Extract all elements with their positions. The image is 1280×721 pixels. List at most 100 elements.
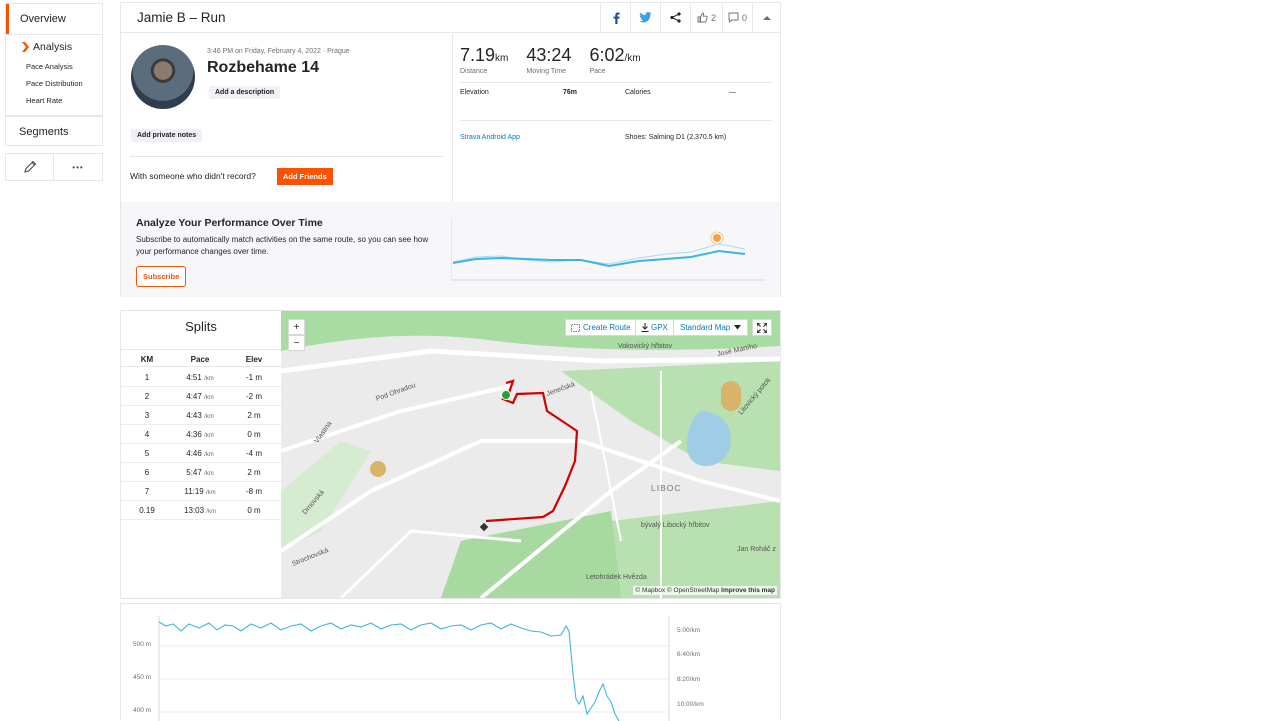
split-pace-value: 4:47 bbox=[186, 392, 202, 401]
fullscreen-button[interactable] bbox=[752, 319, 772, 336]
route-map[interactable]: + − Create Route GPX Standard Map Vokovi… bbox=[281, 311, 780, 598]
split-pace-unit: /km bbox=[204, 414, 214, 420]
split-km: 4 bbox=[144, 430, 150, 439]
create-route-label: Create Route bbox=[583, 323, 631, 332]
split-km: 1 bbox=[144, 373, 150, 382]
splits-header-elev: Elev bbox=[245, 355, 263, 364]
split-row[interactable]: 2 4:47 /km -2 m bbox=[121, 387, 281, 406]
sidebar-item-heart-rate[interactable]: Heart Rate bbox=[6, 92, 102, 109]
pencil-icon bbox=[23, 160, 36, 173]
map-canvas bbox=[281, 311, 780, 598]
shoes-info: Shoes: Salming D1 (2,370.5 km) bbox=[625, 134, 727, 141]
vertical-divider bbox=[452, 34, 453, 202]
activity-card: Jamie B – Run 2 0 3:46 PM on Friday, Feb… bbox=[120, 2, 781, 297]
activity-date: 3:46 PM on Friday, February 4, 2022 · Pr… bbox=[207, 48, 350, 55]
share-button[interactable] bbox=[660, 2, 690, 33]
split-row[interactable]: 5 4:46 /km -4 m bbox=[121, 444, 281, 463]
pace-value: 6:02 bbox=[589, 45, 625, 65]
subscribe-button[interactable]: Subscribe bbox=[136, 266, 187, 287]
create-route-button[interactable]: Create Route bbox=[565, 319, 637, 336]
map-label-liboc: LIBOC bbox=[651, 483, 682, 493]
sidebar-actions: ••• bbox=[5, 153, 103, 181]
map-style-select[interactable]: Standard Map bbox=[673, 319, 749, 336]
twitter-share-button[interactable] bbox=[630, 2, 660, 33]
sidebar-item-pace-analysis[interactable]: Pace Analysis bbox=[6, 58, 102, 75]
split-pace-value: 11:19 bbox=[184, 487, 204, 496]
elevation-value: 76m bbox=[563, 89, 578, 96]
moving-time-label: Moving Time bbox=[526, 68, 567, 75]
sidebar-item-overview[interactable]: Overview bbox=[6, 4, 102, 34]
map-style-label: Standard Map bbox=[680, 323, 731, 332]
more-icon: ••• bbox=[72, 162, 84, 172]
sidebar-item-segments[interactable]: Segments bbox=[5, 116, 103, 146]
split-km: 0.19 bbox=[139, 506, 155, 515]
split-elev: -2 m bbox=[246, 392, 262, 401]
split-elev: 0 m bbox=[247, 506, 261, 515]
map-label-byvaly: bývalý Libocký hřbitov bbox=[641, 522, 710, 529]
split-km: 5 bbox=[144, 449, 150, 458]
split-pace-value: 4:51 bbox=[186, 373, 202, 382]
split-pace-unit: /km bbox=[204, 376, 214, 382]
share-icon bbox=[670, 12, 681, 23]
device-link[interactable]: Strava Android App bbox=[460, 134, 520, 141]
stat-pace: 6:02/km Pace bbox=[589, 45, 640, 75]
zoom-out-button[interactable]: − bbox=[288, 335, 305, 351]
divider bbox=[460, 120, 772, 121]
split-pace: 4:43 /km bbox=[175, 411, 225, 420]
more-options-button[interactable]: ••• bbox=[54, 153, 103, 181]
calories-value: — bbox=[729, 89, 736, 96]
y-left-label-450: 450 m bbox=[133, 674, 152, 681]
y-left-label-500: 500 m bbox=[133, 641, 152, 648]
distance-label: Distance bbox=[460, 68, 488, 75]
split-pace-unit: /km bbox=[204, 452, 214, 458]
map-attribution: © Mapbox © OpenStreetMap Improve this ma… bbox=[633, 586, 777, 595]
add-friends-button[interactable]: Add Friends bbox=[277, 168, 333, 185]
split-row[interactable]: 7 11:19 /km -8 m bbox=[121, 482, 281, 501]
comment-count: 0 bbox=[741, 12, 747, 23]
collapse-button[interactable] bbox=[752, 2, 780, 33]
sidebar-item-analysis[interactable]: Analysis bbox=[6, 40, 102, 54]
split-row[interactable]: 3 4:43 /km 2 m bbox=[121, 406, 281, 425]
add-description-button[interactable]: Add a description bbox=[209, 86, 281, 99]
splits-table: Splits KM Pace Elev 1 4:51 /km -1 m 2 4:47 /… bbox=[121, 311, 281, 598]
performance-upsell: Analyze Your Performance Over Time Subsc… bbox=[121, 202, 780, 297]
splits-title: Splits bbox=[185, 319, 217, 334]
zoom-in-button[interactable]: + bbox=[288, 319, 305, 335]
split-pace: 4:36 /km bbox=[175, 430, 225, 439]
gpx-download-button[interactable]: GPX bbox=[635, 319, 674, 336]
kudos-button[interactable]: 2 bbox=[690, 2, 722, 33]
chevron-up-icon bbox=[762, 15, 771, 20]
split-km: 2 bbox=[144, 392, 150, 401]
split-elev: 2 m bbox=[247, 468, 261, 477]
split-pace-value: 5:47 bbox=[186, 468, 202, 477]
split-pace-unit: /km bbox=[204, 471, 214, 477]
split-pace-unit: /km bbox=[204, 395, 214, 401]
split-row[interactable]: 6 5:47 /km 2 m bbox=[121, 463, 281, 482]
improve-map-link[interactable]: Improve this map bbox=[721, 587, 775, 594]
stat-moving-time: 43:24 Moving Time bbox=[526, 45, 571, 75]
comment-button[interactable]: 0 bbox=[722, 2, 752, 33]
split-pace-value: 13:03 bbox=[184, 506, 205, 515]
sidebar-item-pace-distribution[interactable]: Pace Distribution bbox=[6, 75, 102, 92]
activity-summary: 3:46 PM on Friday, February 4, 2022 · Pr… bbox=[121, 34, 452, 202]
map-label-vokovicky: Vokovický hřbitov bbox=[618, 343, 673, 350]
split-row[interactable]: 0.19 13:03 /km 0 m bbox=[121, 501, 281, 520]
download-icon bbox=[641, 323, 649, 332]
fullscreen-icon bbox=[757, 322, 767, 333]
split-row[interactable]: 4 4:36 /km 0 m bbox=[121, 425, 281, 444]
y-right-label-1: 5:00/km bbox=[677, 627, 701, 634]
performance-title: Analyze Your Performance Over Time bbox=[136, 217, 323, 229]
avatar[interactable] bbox=[131, 45, 195, 109]
split-row[interactable]: 1 4:51 /km -1 m bbox=[121, 368, 281, 387]
split-elev: -1 m bbox=[246, 373, 262, 382]
kudos-count: 2 bbox=[710, 12, 716, 23]
facebook-share-button[interactable] bbox=[600, 2, 630, 33]
map-label-jan-rohac: Jan Roháč z bbox=[737, 546, 776, 553]
performance-preview-chart bbox=[451, 218, 765, 281]
twitter-icon bbox=[639, 12, 652, 23]
stat-distance: 7.19km Distance bbox=[460, 45, 508, 75]
edit-button[interactable] bbox=[5, 153, 54, 181]
with-someone-text: With someone who didn't record? bbox=[130, 171, 256, 181]
elevation-label: Elevation bbox=[460, 89, 489, 96]
add-private-notes-button[interactable]: Add private notes bbox=[131, 129, 203, 142]
